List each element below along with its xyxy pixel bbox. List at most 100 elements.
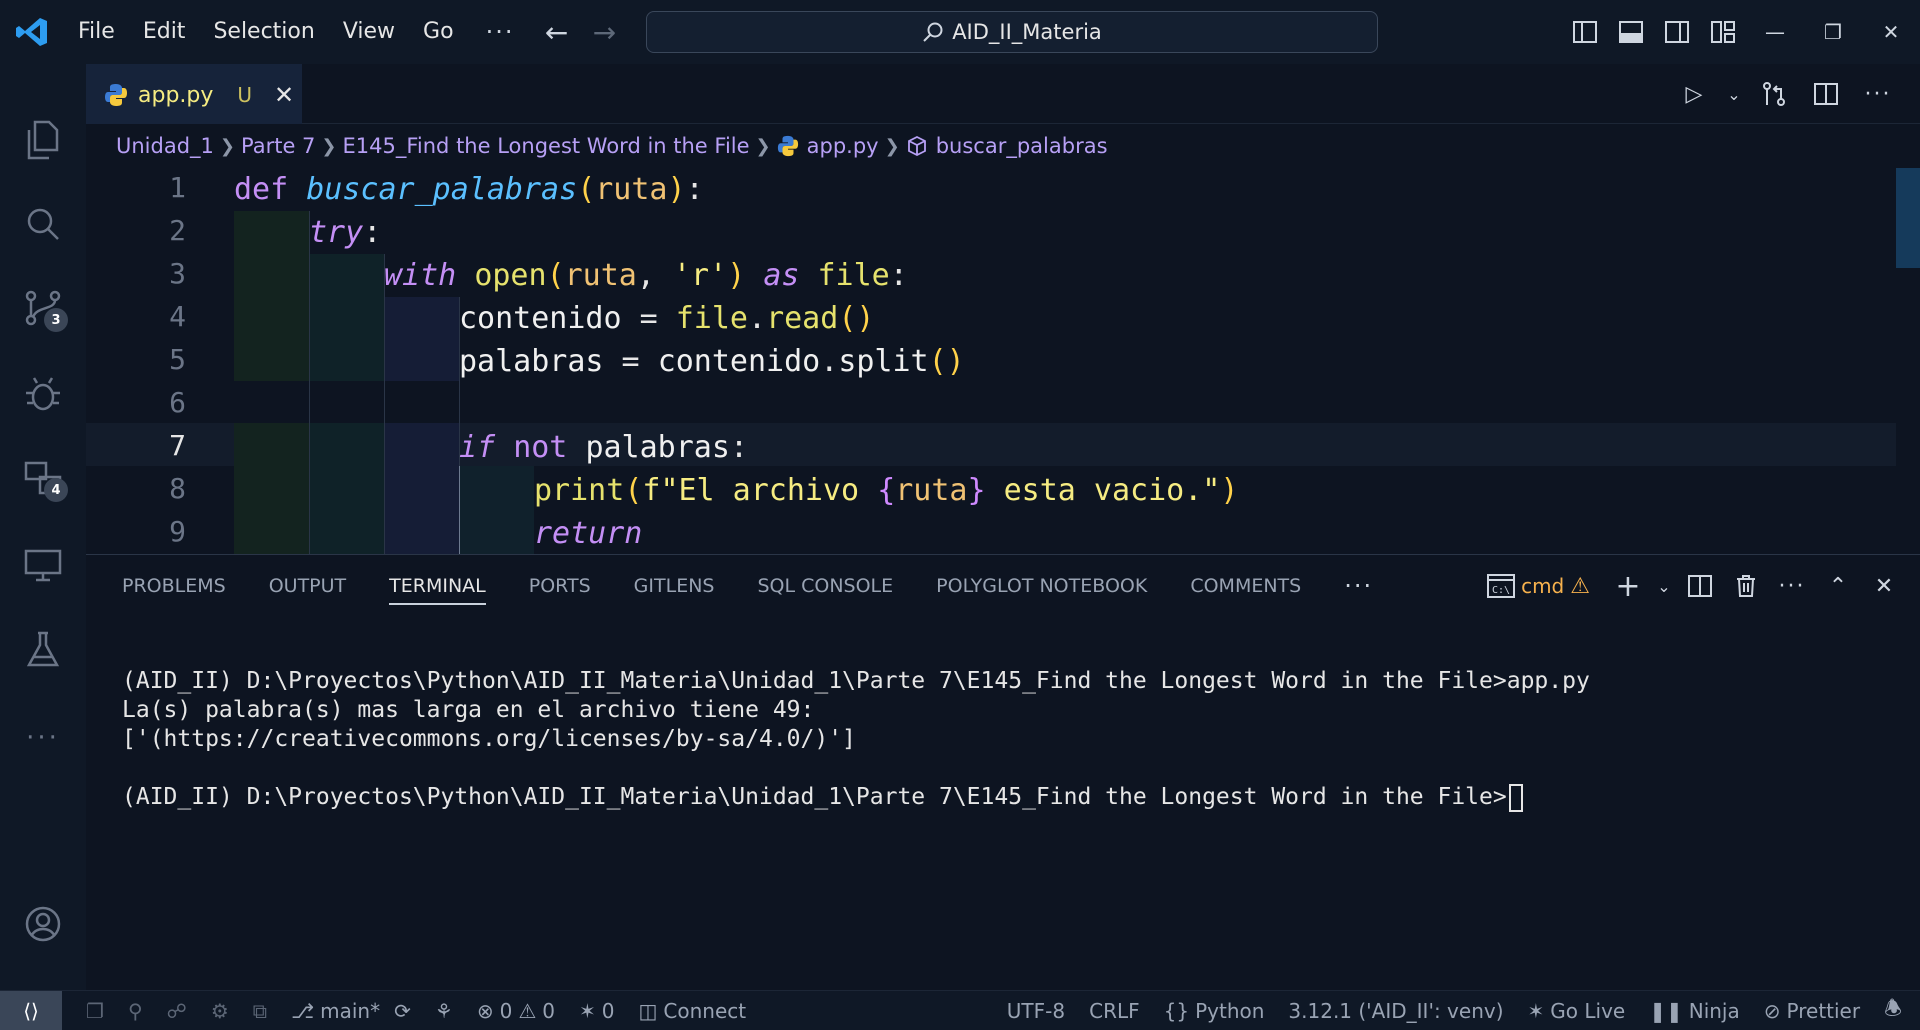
more-actions-icon[interactable]: ···	[1856, 72, 1900, 116]
forward-arrow-icon[interactable]: →	[580, 16, 628, 49]
tab-comments[interactable]: COMMENTS	[1190, 555, 1301, 617]
code-editor[interactable]: 1 2 3 4 5 6 7 8 9 def buscar_palabras(ru…	[86, 168, 1920, 554]
status-explorer-icon[interactable]: ❐	[86, 999, 104, 1023]
menu-selection[interactable]: Selection	[199, 0, 328, 64]
notifications-bell-icon[interactable]: 🕭	[1884, 994, 1902, 1028]
tab-label: app.py	[138, 82, 214, 108]
warning-icon: ⚠	[1570, 573, 1590, 599]
warning-count: 0	[542, 998, 555, 1023]
panel-more-icon[interactable]: ···	[1344, 555, 1373, 617]
breadcrumb-unidad[interactable]: Unidad_1	[116, 134, 214, 158]
run-dropdown-chevron-icon[interactable]: ⌄	[1724, 72, 1744, 116]
token-paren: ()	[928, 344, 965, 379]
source-control-icon[interactable]: 3	[0, 276, 86, 340]
accounts-icon[interactable]	[0, 892, 86, 956]
status-language[interactable]: {} Python	[1164, 999, 1265, 1023]
breadcrumb-file[interactable]: app.py	[777, 134, 879, 158]
terminal-output[interactable]: (AID_II) D:\Proyectos\Python\AID_II_Mate…	[122, 667, 1590, 812]
tab-sql-console[interactable]: SQL CONSOLE	[757, 555, 893, 617]
scrollbar-slider[interactable]	[1896, 168, 1920, 268]
tab-gitlens[interactable]: GITLENS	[634, 555, 715, 617]
maximize-panel-chevron-up-icon[interactable]: ⌃	[1818, 564, 1858, 608]
split-terminal-icon[interactable]	[1680, 564, 1720, 608]
indent-guide-region	[309, 254, 384, 381]
menu-go[interactable]: Go	[409, 0, 468, 64]
tab-terminal[interactable]: TERMINAL	[389, 555, 486, 617]
toggle-panel-icon[interactable]	[1608, 0, 1654, 64]
status-prettier[interactable]: ⊘ Prettier	[1764, 999, 1860, 1023]
terminal-dropdown-chevron-icon[interactable]: ⌄	[1654, 564, 1674, 608]
back-arrow-icon[interactable]: ←	[532, 16, 580, 49]
breadcrumb-parte[interactable]: Parte 7	[241, 134, 315, 158]
more-views-icon[interactable]: ···	[0, 706, 86, 770]
status-ports[interactable]: ✶ 0	[579, 999, 615, 1023]
status-interpreter[interactable]: 3.12.1 ('AID_II': venv)	[1288, 999, 1503, 1023]
code-line-1: def buscar_palabras(ruta):	[234, 168, 704, 211]
token-method: split	[838, 344, 929, 379]
status-remote-icon[interactable]: ⧉	[253, 999, 267, 1023]
customize-layout-icon[interactable]	[1700, 0, 1746, 64]
status-ninja[interactable]: ❚❚ Ninja	[1649, 999, 1740, 1023]
remote-monitor-icon[interactable]	[0, 534, 86, 598]
testing-flask-icon[interactable]	[0, 618, 86, 682]
close-tab-icon[interactable]: ✕	[274, 81, 294, 109]
source-control-badge: 3	[44, 308, 68, 332]
status-branch[interactable]: ⎇ main* ⟳	[291, 999, 411, 1023]
toggle-secondary-sidebar-icon[interactable]	[1654, 0, 1700, 64]
token-string: "El archivo	[660, 473, 878, 508]
run-python-file-icon[interactable]: ▷	[1672, 72, 1716, 116]
kill-terminal-trash-icon[interactable]	[1726, 564, 1766, 608]
close-window-icon[interactable]: ✕	[1862, 0, 1920, 64]
command-center-search[interactable]: AID_II_Materia	[646, 11, 1378, 53]
error-icon: ⊗	[476, 998, 494, 1023]
toggle-primary-sidebar-icon[interactable]	[1562, 0, 1608, 64]
tab-problems[interactable]: PROBLEMS	[122, 555, 226, 617]
token-colon: :	[363, 215, 382, 250]
close-panel-icon[interactable]: ✕	[1864, 564, 1904, 608]
menu-bar: File Edit Selection View Go ···	[64, 0, 532, 64]
explorer-icon[interactable]	[0, 108, 86, 172]
menu-more-icon[interactable]: ···	[468, 18, 533, 46]
token-paren: ()	[838, 301, 875, 336]
status-eol[interactable]: CRLF	[1089, 999, 1140, 1023]
run-debug-icon[interactable]	[0, 362, 86, 426]
token-parameter: ruta	[595, 172, 668, 207]
minimize-icon[interactable]: —	[1746, 0, 1804, 64]
status-problems[interactable]: ⊗ 0 ⚠ 0	[477, 999, 555, 1023]
broadcast-icon: ✶	[578, 998, 596, 1023]
token-paren: (	[546, 258, 565, 293]
open-changes-icon[interactable]	[1752, 72, 1796, 116]
breadcrumb-folder[interactable]: E145_Find the Longest Word in the File	[343, 134, 750, 158]
split-editor-icon[interactable]	[1804, 72, 1848, 116]
line-number: 3	[169, 257, 186, 290]
tab-ports[interactable]: PORTS	[529, 555, 591, 617]
status-connect[interactable]: ◫ Connect	[638, 999, 746, 1023]
terminal-more-icon[interactable]: ···	[1772, 564, 1812, 608]
token-builtin: open	[474, 258, 547, 293]
tab-output[interactable]: OUTPUT	[269, 555, 346, 617]
status-source-control-icon[interactable]: ☍	[167, 999, 187, 1023]
menu-edit[interactable]: Edit	[129, 0, 200, 64]
tab-polyglot-notebook[interactable]: POLYGLOT NOTEBOOK	[936, 555, 1147, 617]
branch-name: main*	[320, 998, 381, 1023]
menu-file[interactable]: File	[64, 0, 129, 64]
status-debug-icon[interactable]: ⚙	[211, 999, 229, 1023]
token-colon: :	[685, 172, 704, 207]
status-search-icon[interactable]: ⚲	[128, 999, 143, 1023]
remote-explorer-icon[interactable]: 4	[0, 446, 86, 510]
status-encoding[interactable]: UTF-8	[1007, 999, 1065, 1023]
new-terminal-icon[interactable]: +	[1608, 564, 1648, 608]
tab-app-py[interactable]: app.py U ✕	[86, 64, 302, 124]
title-bar-right: — ❐ ✕	[1562, 0, 1920, 64]
status-go-live[interactable]: ✶ Go Live	[1528, 999, 1626, 1023]
search-icon[interactable]	[0, 192, 86, 256]
menu-view[interactable]: View	[329, 0, 409, 64]
token-paren: )	[727, 258, 746, 293]
restore-icon[interactable]: ❐	[1804, 0, 1862, 64]
breadcrumb-symbol[interactable]: buscar_palabras	[906, 134, 1108, 158]
remote-indicator-icon[interactable]: ⟨⟩	[0, 990, 62, 1030]
status-pull-request-icon[interactable]: ⚘	[435, 999, 453, 1023]
token-variable: palabras	[459, 344, 604, 379]
terminal-instance[interactable]: C:\ cmd ⚠	[1487, 564, 1590, 608]
